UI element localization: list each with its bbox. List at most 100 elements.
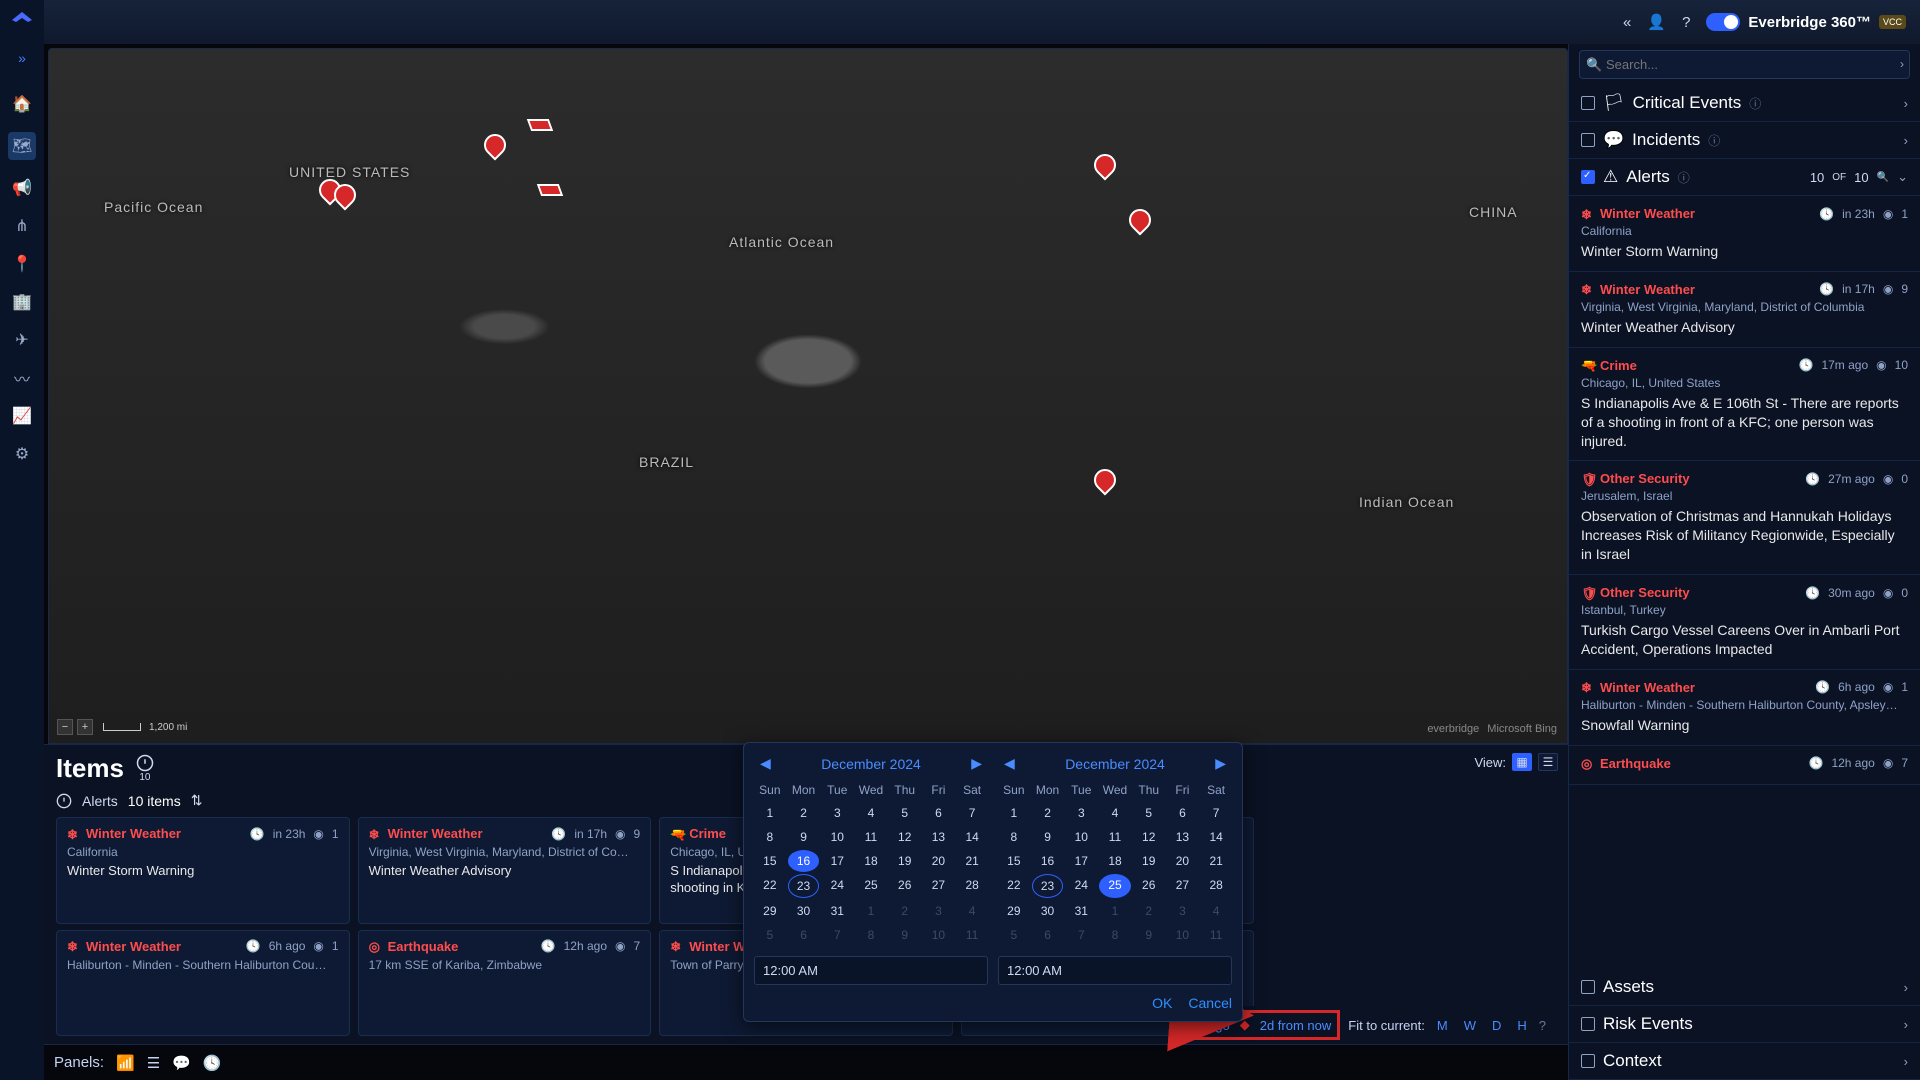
cal-day[interactable]: 5 xyxy=(889,802,921,824)
cal-day[interactable]: 31 xyxy=(1065,900,1097,922)
cal-day-dim[interactable]: 1 xyxy=(1099,900,1131,922)
item-card[interactable]: Winter Weather 🕓6h ago ◉1 Haliburton - M… xyxy=(56,930,350,1037)
panel-feed-icon[interactable]: 📶 xyxy=(116,1054,135,1072)
cal-day[interactable]: 25 xyxy=(855,874,887,898)
cal-prev-icon[interactable]: ◀ xyxy=(754,753,777,774)
cal-day[interactable]: 11 xyxy=(1099,826,1131,848)
cal-day[interactable]: 27 xyxy=(1167,874,1199,898)
fit-chip-h[interactable]: H xyxy=(1513,1016,1530,1035)
cal-day[interactable]: 5 xyxy=(1133,802,1165,824)
search-expand-icon[interactable]: › xyxy=(1900,57,1904,71)
cal-day[interactable]: 15 xyxy=(754,850,786,872)
cal-day[interactable]: 16 xyxy=(1032,850,1064,872)
cal-day[interactable]: 13 xyxy=(1167,826,1199,848)
sort-icon[interactable]: ⇅ xyxy=(191,792,203,809)
alert-card[interactable]: Other Security 🕓27m ago ◉0 Jerusalem, Is… xyxy=(1569,461,1920,575)
cal-day[interactable]: 28 xyxy=(1200,874,1232,898)
nav-building-icon[interactable]: 🏢 xyxy=(12,292,32,312)
cal-day[interactable]: 16 xyxy=(788,850,820,872)
nav-travel-icon[interactable]: ✈ xyxy=(12,330,32,350)
cal-day[interactable]: 28 xyxy=(956,874,988,898)
nav-home-icon[interactable]: 🏠 xyxy=(12,94,32,114)
cal-time-right[interactable]: 12:00 AM xyxy=(998,956,1232,985)
cal-day[interactable]: 22 xyxy=(998,874,1030,898)
nav-people-icon[interactable]: ⋔ xyxy=(12,216,32,236)
nav-situation-icon[interactable]: 🗺 xyxy=(8,132,36,160)
cal-day[interactable]: 12 xyxy=(889,826,921,848)
checkbox-icon[interactable] xyxy=(1581,980,1595,994)
alert-card[interactable]: Crime 🕓17m ago ◉10 Chicago, IL, United S… xyxy=(1569,348,1920,462)
cal-day-dim[interactable]: 4 xyxy=(1200,900,1232,922)
cal-day[interactable]: 23 xyxy=(788,874,820,898)
cal-day[interactable]: 9 xyxy=(1032,826,1064,848)
cal-day-dim[interactable]: 3 xyxy=(923,900,955,922)
panel-chat-icon[interactable]: 💬 xyxy=(172,1054,191,1072)
cal-day-dim[interactable]: 9 xyxy=(1133,924,1165,946)
cal-day[interactable]: 6 xyxy=(1167,802,1199,824)
checkbox-icon[interactable] xyxy=(1581,96,1595,110)
section-context[interactable]: Context › xyxy=(1569,1043,1920,1080)
item-card[interactable]: Winter Weather 🕓in 23h ◉1 California Win… xyxy=(56,817,350,924)
cal-day[interactable]: 4 xyxy=(1099,802,1131,824)
cal-day[interactable]: 21 xyxy=(956,850,988,872)
panel-list-icon[interactable]: ☰ xyxy=(147,1054,160,1072)
checkbox-icon[interactable] xyxy=(1581,133,1595,147)
cal-day-dim[interactable]: 10 xyxy=(923,924,955,946)
cal-day[interactable]: 4 xyxy=(855,802,887,824)
cal-day[interactable]: 6 xyxy=(923,802,955,824)
cal-ok-button[interactable]: OK xyxy=(1152,995,1172,1011)
cal-day-dim[interactable]: 11 xyxy=(1200,924,1232,946)
zoom-in-button[interactable]: + xyxy=(77,719,93,735)
cal-day[interactable]: 30 xyxy=(1032,900,1064,922)
alert-card[interactable]: Winter Weather 🕓in 17h ◉9 Virginia, West… xyxy=(1569,272,1920,348)
section-alerts[interactable]: ⚠ Alerts ⓘ 10 OF 10 🔍 ⌄ xyxy=(1569,159,1920,196)
expand-nav-icon[interactable]: » xyxy=(18,50,26,66)
cal-day[interactable]: 20 xyxy=(1167,850,1199,872)
map-marker[interactable] xyxy=(527,119,553,131)
fit-chip-w[interactable]: W xyxy=(1460,1016,1480,1035)
cal-day[interactable]: 1 xyxy=(998,802,1030,824)
cal-day[interactable]: 10 xyxy=(1065,826,1097,848)
info-icon[interactable]: ⓘ xyxy=(1678,169,1690,186)
cal-day-dim[interactable]: 8 xyxy=(1099,924,1131,946)
info-icon[interactable]: ⓘ xyxy=(1749,95,1761,112)
cal-day[interactable]: 17 xyxy=(1065,850,1097,872)
section-risk-events[interactable]: Risk Events › xyxy=(1569,1006,1920,1043)
cal-day[interactable]: 23 xyxy=(1032,874,1064,898)
collapse-icon[interactable]: « xyxy=(1623,14,1631,31)
view-list-button[interactable]: ☰ xyxy=(1538,753,1558,771)
checkbox-icon[interactable] xyxy=(1581,1017,1595,1031)
cal-day[interactable]: 7 xyxy=(1200,802,1232,824)
search-input[interactable] xyxy=(1579,50,1910,79)
cal-day-dim[interactable]: 7 xyxy=(1065,924,1097,946)
cal-day[interactable]: 30 xyxy=(788,900,820,922)
nav-pulse-icon[interactable]: 〰 xyxy=(12,368,32,388)
brand-switch-icon[interactable] xyxy=(1706,13,1740,31)
fit-chip-d[interactable]: D xyxy=(1488,1016,1505,1035)
cal-day-dim[interactable]: 4 xyxy=(956,900,988,922)
cal-day[interactable]: 3 xyxy=(821,802,853,824)
help-icon[interactable]: ? xyxy=(1682,14,1690,31)
user-icon[interactable]: 👤 xyxy=(1647,13,1666,31)
cal-day-dim[interactable]: 11 xyxy=(956,924,988,946)
cal-next-icon[interactable]: ▶ xyxy=(965,753,988,774)
cal-day[interactable]: 19 xyxy=(1133,850,1165,872)
checkbox-icon[interactable] xyxy=(1581,1054,1595,1068)
cal-day-dim[interactable]: 5 xyxy=(998,924,1030,946)
cal-day[interactable]: 24 xyxy=(821,874,853,898)
cal-day[interactable]: 25 xyxy=(1099,874,1131,898)
cal-day-dim[interactable]: 8 xyxy=(855,924,887,946)
cal-day-dim[interactable]: 1 xyxy=(855,900,887,922)
cal-day[interactable]: 8 xyxy=(998,826,1030,848)
cal-day[interactable]: 10 xyxy=(821,826,853,848)
item-card[interactable]: Winter Weather 🕓in 17h ◉9 Virginia, West… xyxy=(358,817,652,924)
nav-broadcast-icon[interactable]: 📢 xyxy=(12,178,32,198)
cal-day[interactable]: 22 xyxy=(754,874,786,898)
cal-day-dim[interactable]: 5 xyxy=(754,924,786,946)
cal-day[interactable]: 19 xyxy=(889,850,921,872)
cal-day[interactable]: 15 xyxy=(998,850,1030,872)
cal-day-dim[interactable]: 2 xyxy=(889,900,921,922)
cal-day[interactable]: 14 xyxy=(1200,826,1232,848)
cal-day[interactable]: 2 xyxy=(788,802,820,824)
cal-day-dim[interactable]: 10 xyxy=(1167,924,1199,946)
